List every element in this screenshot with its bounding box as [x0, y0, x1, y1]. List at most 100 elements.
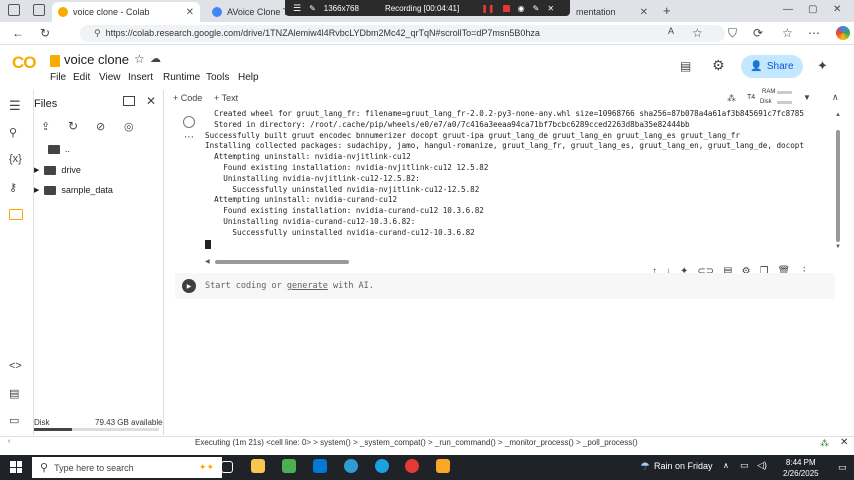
cell-run-status-icon[interactable]: [183, 116, 195, 128]
edge-icon[interactable]: [344, 459, 358, 473]
address-bar[interactable]: ⚲ https://colab.research.google.com/drive…: [80, 25, 725, 42]
tab-groups-icon[interactable]: [33, 4, 45, 16]
output-line: Successfully uninstalled nvidia-curand-c…: [205, 227, 475, 237]
expand-arrow-icon[interactable]: ▶: [34, 166, 39, 174]
tab-documentation[interactable]: mentation ✕: [570, 2, 654, 22]
taskbar-search-input[interactable]: ⚲ Type here to search ✦✦: [32, 457, 222, 478]
pin-icon[interactable]: ✎: [309, 4, 316, 13]
camera-icon[interactable]: ◉: [518, 4, 525, 13]
table-of-contents-icon[interactable]: ☰: [9, 98, 21, 114]
pause-recording-icon[interactable]: ❚❚: [481, 4, 494, 13]
new-tab-icon[interactable]: +: [663, 3, 671, 18]
file-explorer-icon[interactable]: [251, 459, 265, 473]
mount-drive-icon[interactable]: ⊘: [96, 120, 105, 133]
menu-edit[interactable]: Edit: [73, 72, 90, 83]
reload-icon[interactable]: ↻: [40, 26, 50, 40]
file-item-sample-data[interactable]: ▶ sample_data: [34, 185, 113, 195]
drive-file-icon: [50, 55, 60, 67]
settings-gear-icon[interactable]: ⚙: [712, 57, 725, 74]
upload-file-icon[interactable]: ⇪: [41, 120, 50, 133]
variables-icon[interactable]: {x}: [9, 153, 22, 165]
edge-profile-icon[interactable]: [375, 459, 389, 473]
close-window-icon[interactable]: ✕: [833, 4, 841, 15]
tab-voice-clone-colab[interactable]: voice clone - Colab ✕: [52, 2, 200, 22]
recorder-app-icon[interactable]: [405, 459, 419, 473]
scroll-up-icon[interactable]: ▲: [835, 112, 841, 118]
runtime-type[interactable]: T4: [747, 94, 755, 101]
cloud-icon[interactable]: ☁: [150, 52, 161, 65]
add-code-button[interactable]: + Code: [173, 93, 202, 103]
outlook-icon[interactable]: [313, 459, 327, 473]
back-icon[interactable]: ←: [12, 26, 24, 40]
draw-icon[interactable]: ✎: [533, 4, 540, 13]
windows-start-icon[interactable]: [10, 461, 22, 473]
more-icon[interactable]: ⋯: [808, 26, 820, 40]
code-snippets-icon[interactable]: <>: [9, 360, 22, 372]
search-icon[interactable]: ⚲: [9, 126, 17, 139]
close-recorder-icon[interactable]: ✕: [547, 4, 554, 13]
read-aloud-icon[interactable]: A: [668, 26, 674, 36]
favorites-icon[interactable]: ☆: [782, 26, 793, 40]
weather-text[interactable]: Rain on Friday: [654, 461, 713, 471]
close-status-icon[interactable]: ✕: [840, 437, 848, 448]
file-item-drive[interactable]: ▶ drive: [34, 165, 81, 175]
menu-insert[interactable]: Insert: [128, 72, 153, 83]
comments-icon[interactable]: ▤: [680, 59, 691, 73]
scroll-left-icon[interactable]: ◀: [205, 258, 210, 265]
file-item-parent[interactable]: ..: [48, 144, 70, 154]
generate-link[interactable]: generate: [287, 281, 328, 291]
menu-help[interactable]: Help: [238, 72, 259, 83]
horizontal-scrollbar[interactable]: [215, 260, 349, 264]
menu-file[interactable]: File: [50, 72, 66, 83]
sublime-icon[interactable]: [436, 459, 450, 473]
volume-icon[interactable]: ◁): [757, 460, 767, 471]
menu-tools[interactable]: Tools: [206, 72, 229, 83]
scroll-down-icon[interactable]: ▼: [835, 244, 841, 250]
output-line: Successfully uninstalled nvidia-nvjitlin…: [205, 184, 480, 194]
tab-actions-icon[interactable]: [8, 4, 20, 16]
open-in-tab-icon[interactable]: [123, 96, 135, 106]
colab-logo[interactable]: CO: [12, 53, 36, 73]
share-button[interactable]: 👤 Share: [741, 55, 803, 78]
files-folder-icon[interactable]: [9, 209, 23, 220]
secrets-key-icon[interactable]: ⚷: [9, 181, 17, 194]
cell-output-menu-icon[interactable]: ⋯: [184, 132, 194, 143]
add-text-button[interactable]: + Text: [214, 93, 238, 103]
shield-icon[interactable]: ⛉: [728, 26, 737, 41]
run-cell-button[interactable]: ▶: [182, 279, 196, 293]
vertical-scrollbar[interactable]: [836, 130, 840, 242]
favorite-star-icon[interactable]: ☆: [692, 26, 703, 40]
terminal-icon[interactable]: ▭: [9, 414, 19, 427]
menu-icon[interactable]: ☰: [293, 3, 301, 14]
taskbar-clock[interactable]: 8:44 PM 2/26/2025: [783, 457, 819, 479]
extensions-icon[interactable]: ⟳: [753, 26, 763, 40]
hide-files-icon[interactable]: ◎: [124, 120, 134, 133]
network-icon[interactable]: ▭: [740, 460, 749, 471]
store-icon[interactable]: [282, 459, 296, 473]
refresh-icon[interactable]: ↻: [68, 119, 78, 133]
maximize-window-icon[interactable]: ▢: [808, 4, 817, 15]
runtime-dropdown-icon[interactable]: ▼: [803, 93, 811, 102]
status-toggle-icon[interactable]: ‹: [8, 438, 10, 445]
command-palette-icon[interactable]: ▤: [9, 387, 19, 400]
stop-recording-icon[interactable]: [502, 4, 510, 12]
site-info-icon[interactable]: ⚲: [94, 28, 101, 38]
menu-view[interactable]: View: [99, 72, 121, 83]
close-panel-icon[interactable]: ✕: [146, 94, 156, 108]
minimize-window-icon[interactable]: —: [783, 4, 793, 15]
show-hidden-icons-icon[interactable]: ∧: [723, 461, 729, 470]
notifications-icon[interactable]: ▭: [838, 462, 847, 473]
copilot-icon[interactable]: [836, 26, 850, 40]
tab-voice-clone-tutorial[interactable]: AVoice Clone Tut: [206, 2, 286, 22]
star-icon[interactable]: ☆: [134, 52, 145, 66]
menu-runtime[interactable]: Runtime: [163, 72, 200, 83]
cell-prompt[interactable]: Start coding or generate with AI.: [205, 281, 374, 291]
notebook-title[interactable]: voice clone: [64, 52, 129, 67]
runtime-check-icon[interactable]: ⁂: [727, 93, 736, 104]
collapse-header-icon[interactable]: ∧: [832, 92, 839, 103]
close-tab-icon[interactable]: ✕: [186, 7, 194, 18]
gemini-icon[interactable]: ✦: [817, 58, 828, 74]
close-tab-icon[interactable]: ✕: [640, 7, 648, 18]
task-view-icon[interactable]: [221, 461, 233, 473]
expand-arrow-icon[interactable]: ▶: [34, 186, 39, 194]
